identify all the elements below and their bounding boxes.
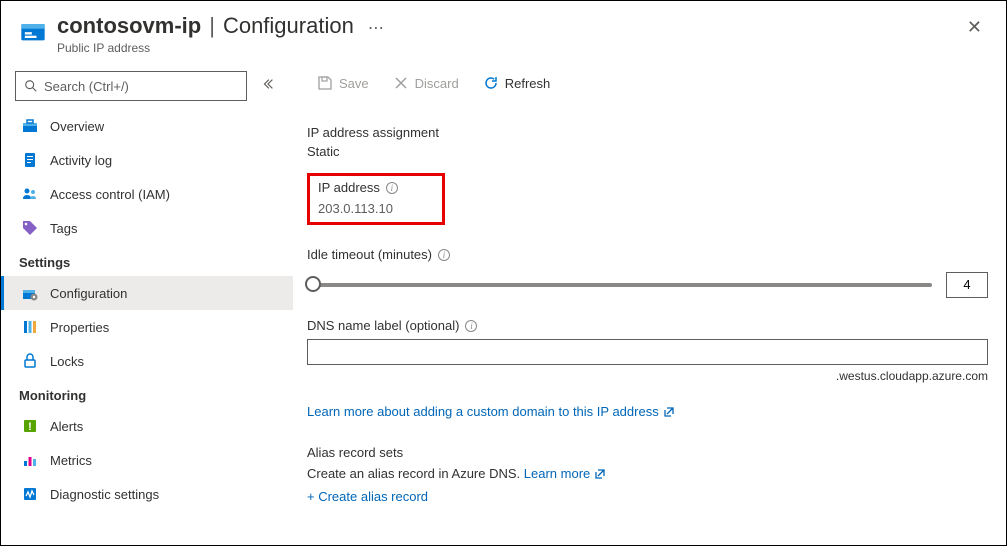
sidebar-item-properties[interactable]: Properties bbox=[1, 310, 293, 344]
sidebar-item-configuration[interactable]: Configuration bbox=[1, 276, 293, 310]
refresh-button[interactable]: Refresh bbox=[473, 69, 561, 97]
external-link-icon bbox=[663, 406, 675, 418]
ip-assignment-label: IP address assignment bbox=[307, 125, 988, 140]
sidebar-item-diagnostic-settings[interactable]: Diagnostic settings bbox=[1, 477, 293, 511]
config-icon bbox=[22, 285, 38, 301]
sidebar-group-monitoring: Monitoring bbox=[1, 378, 293, 409]
sidebar-item-alerts[interactable]: ! Alerts bbox=[1, 409, 293, 443]
discard-button[interactable]: Discard bbox=[383, 69, 469, 97]
learn-custom-domain-link[interactable]: Learn more about adding a custom domain … bbox=[307, 404, 675, 419]
briefcase-icon bbox=[22, 118, 38, 134]
search-icon bbox=[24, 79, 38, 93]
idle-timeout-value[interactable]: 4 bbox=[946, 272, 988, 298]
close-button[interactable]: ✕ bbox=[961, 13, 988, 42]
diagnostics-icon bbox=[22, 486, 38, 502]
search-input[interactable]: Search (Ctrl+/) bbox=[15, 71, 247, 101]
alias-learn-more-link[interactable]: Learn more bbox=[524, 466, 606, 481]
ip-address-value: 203.0.113.10 bbox=[318, 201, 434, 216]
log-icon bbox=[22, 152, 38, 168]
page-title: contosovm-ip | Configuration ⋯ bbox=[57, 13, 961, 39]
external-link-icon bbox=[594, 468, 606, 480]
dns-suffix: .westus.cloudapp.azure.com bbox=[307, 369, 988, 383]
idle-timeout-label: Idle timeout (minutes) bbox=[307, 247, 432, 262]
dns-name-input[interactable] bbox=[307, 339, 988, 365]
sidebar-item-activity-log[interactable]: Activity log bbox=[1, 143, 293, 177]
alias-section-desc: Create an alias record in Azure DNS. Lea… bbox=[307, 466, 988, 481]
ip-address-highlight: IP address i 203.0.113.10 bbox=[307, 173, 445, 225]
collapse-sidebar-button[interactable] bbox=[257, 73, 279, 100]
ip-address-label: IP address bbox=[318, 180, 380, 195]
iam-icon bbox=[22, 186, 38, 202]
alias-section-title: Alias record sets bbox=[307, 445, 988, 460]
sidebar-group-settings: Settings bbox=[1, 245, 293, 276]
sidebar-item-overview[interactable]: Overview bbox=[1, 109, 293, 143]
dns-label: DNS name label (optional) bbox=[307, 318, 459, 333]
save-button[interactable]: Save bbox=[307, 69, 379, 97]
info-icon[interactable]: i bbox=[465, 320, 477, 332]
refresh-icon bbox=[483, 75, 499, 91]
more-button[interactable]: ⋯ bbox=[368, 18, 384, 38]
info-icon[interactable]: i bbox=[438, 249, 450, 261]
resource-type-label: Public IP address bbox=[57, 41, 961, 55]
sidebar-item-metrics[interactable]: Metrics bbox=[1, 443, 293, 477]
info-icon[interactable]: i bbox=[386, 182, 398, 194]
sidebar-item-locks[interactable]: Locks bbox=[1, 344, 293, 378]
tag-icon bbox=[22, 220, 38, 236]
properties-icon bbox=[22, 319, 38, 335]
ip-assignment-value: Static bbox=[307, 144, 988, 159]
lock-icon bbox=[22, 353, 38, 369]
sidebar-item-access-control[interactable]: Access control (IAM) bbox=[1, 177, 293, 211]
public-ip-icon bbox=[19, 17, 47, 45]
idle-timeout-slider[interactable] bbox=[307, 283, 932, 287]
slider-thumb[interactable] bbox=[305, 276, 321, 292]
metrics-icon bbox=[22, 452, 38, 468]
alerts-icon: ! bbox=[22, 418, 38, 434]
create-alias-button[interactable]: + Create alias record bbox=[307, 489, 988, 504]
discard-icon bbox=[393, 75, 409, 91]
svg-text:!: ! bbox=[28, 421, 32, 433]
save-icon bbox=[317, 75, 333, 91]
sidebar-item-tags[interactable]: Tags bbox=[1, 211, 293, 245]
